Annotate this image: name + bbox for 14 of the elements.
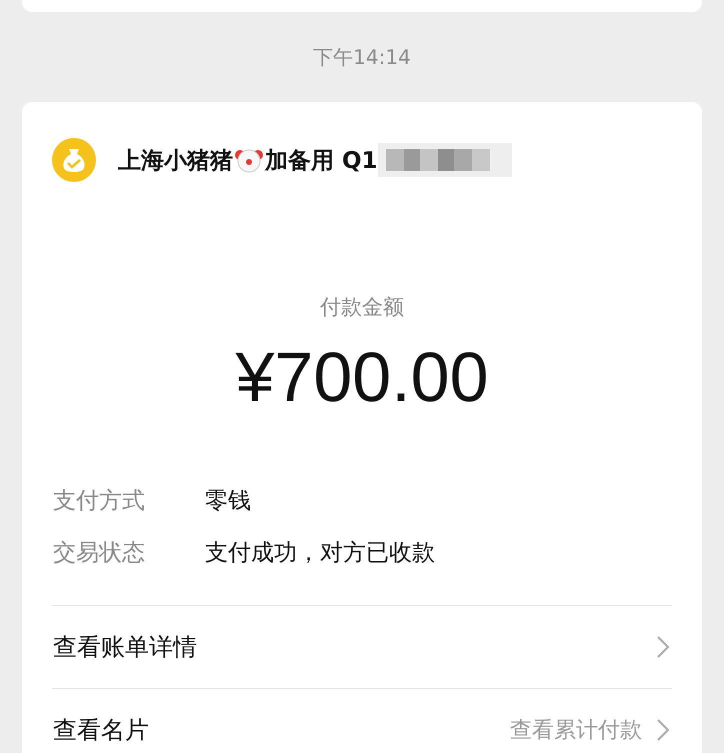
detail-value: 支付成功，对方已收款 [205, 538, 435, 568]
chevron-right-icon [656, 718, 670, 742]
payment-amount: ¥700.00 [235, 337, 489, 417]
money-bag-icon [52, 138, 96, 182]
detail-value: 零钱 [205, 486, 251, 516]
sender-name: 加备用 Q1 [265, 146, 378, 176]
link-item[interactable]: 查看名片 [52, 714, 510, 746]
detail-label: 支付方式 [53, 486, 146, 516]
timestamp: 下午14:14 [313, 44, 411, 70]
chevron-right-icon [656, 635, 670, 659]
link-item[interactable]: 查看账单详情 [52, 631, 656, 663]
sender-name: 上海小猪猪 [118, 146, 233, 176]
amount-label: 付款金额 [320, 295, 404, 319]
detail-label: 交易状态 [53, 538, 146, 568]
